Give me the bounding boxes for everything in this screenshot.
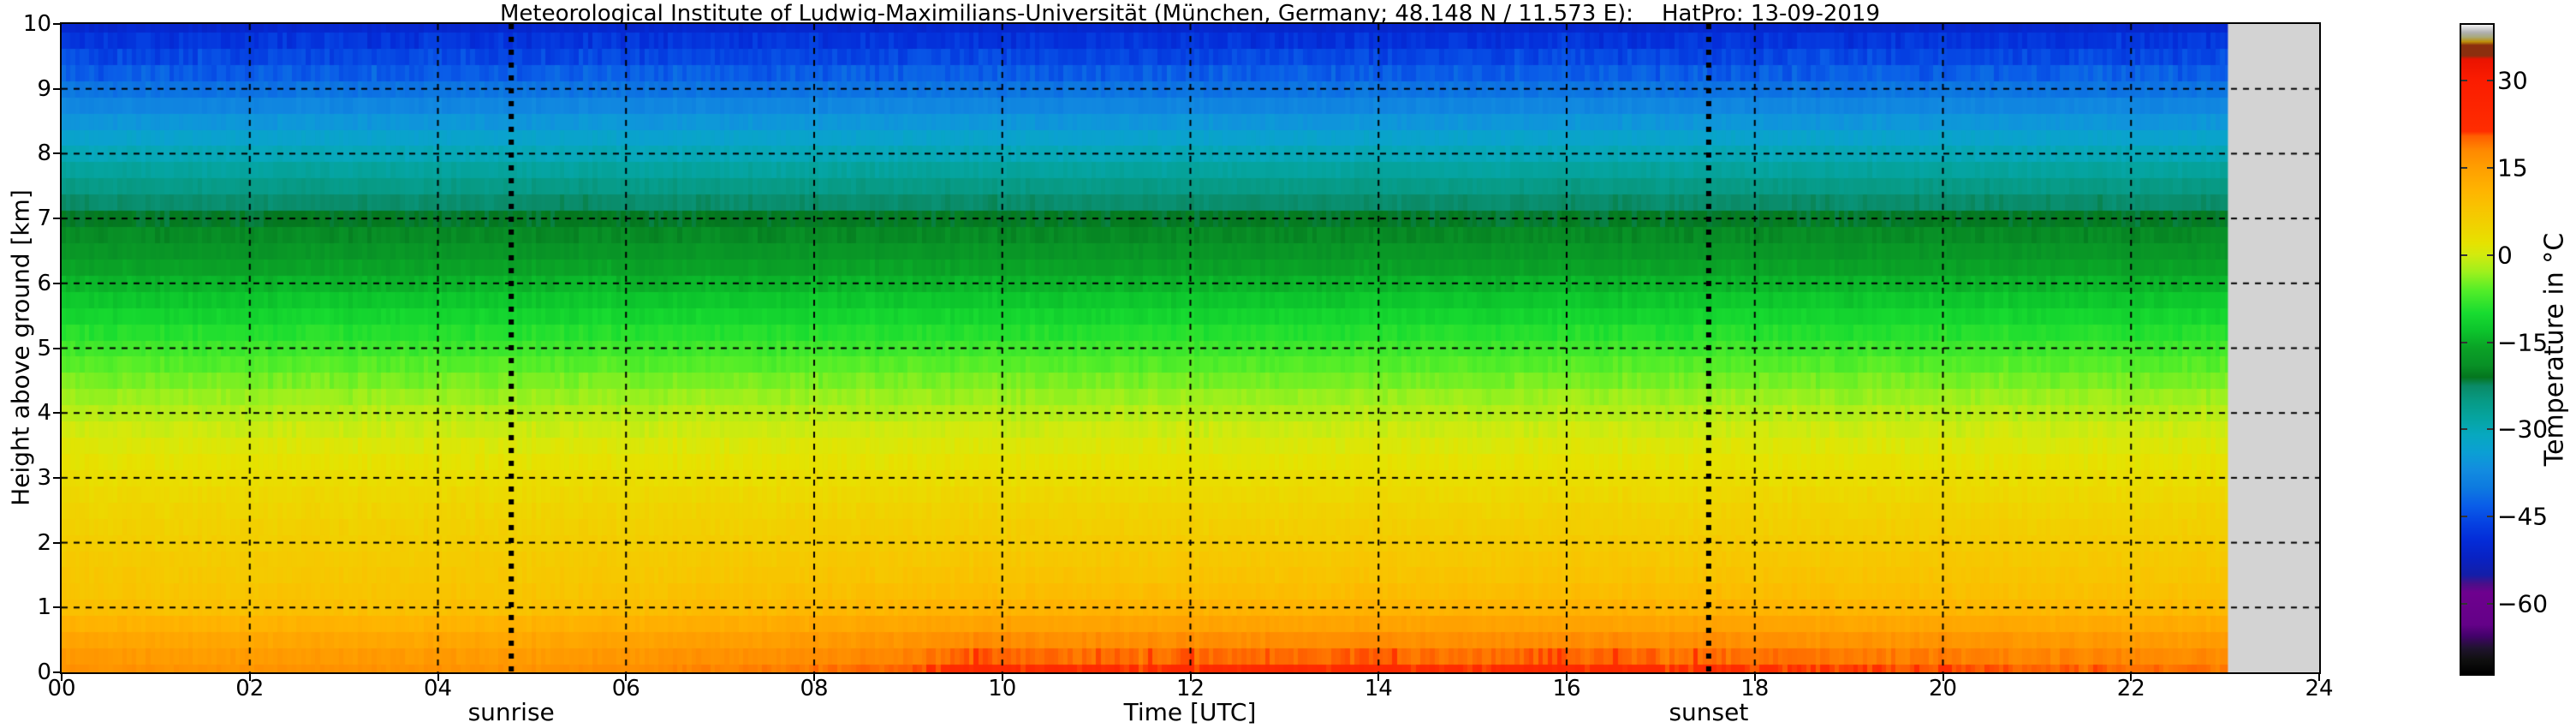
y-tick-label: 1 [37, 594, 51, 621]
y-tick-mark [53, 23, 62, 25]
y-tick-label: 0 [37, 659, 51, 685]
x-tick-mark [1189, 672, 1192, 681]
y-tick-label: 4 [37, 400, 51, 427]
y-tick-mark [53, 218, 62, 220]
colorbar-tick-mark [2487, 516, 2493, 518]
y-tick-label: 9 [37, 75, 51, 102]
colorbar-tick-mark [2487, 428, 2493, 431]
y-tick-mark [53, 347, 62, 349]
x-tick-mark [248, 672, 251, 681]
x-tick-mark [1377, 672, 1380, 681]
x-tick-mark [625, 672, 628, 681]
colorbar-tick-label: −45 [2497, 502, 2549, 531]
y-tick-mark [53, 152, 62, 155]
plot-area [60, 22, 2321, 674]
y-tick-label: 5 [37, 335, 51, 361]
x-tick-mark [1753, 672, 1756, 681]
colorbar-tick-mark [2487, 166, 2493, 169]
colorbar-tick-mark [2487, 254, 2493, 256]
y-tick-mark [53, 671, 62, 673]
y-tick-label: 2 [37, 529, 51, 556]
x-tick-mark [1566, 672, 1568, 681]
x-tick-mark [2318, 672, 2320, 681]
colorbar-tick-mark [2461, 428, 2467, 431]
y-tick-mark [53, 606, 62, 609]
y-tick-mark [53, 476, 62, 479]
x-tick-mark [2130, 672, 2133, 681]
colorbar-tick-mark [2461, 341, 2467, 343]
y-tick-label: 3 [37, 464, 51, 491]
x-tick-mark [1942, 672, 1944, 681]
y-tick-label: 6 [37, 270, 51, 296]
y-tick-label: 8 [37, 140, 51, 167]
heatmap-canvas [62, 24, 2319, 672]
annotation-sunrise: sunrise [467, 698, 555, 726]
colorbar-tick-mark [2461, 516, 2467, 518]
x-tick-mark [61, 672, 62, 681]
x-tick-mark [437, 672, 439, 681]
colorbar-tick-label: 0 [2497, 241, 2513, 270]
colorbar-tick-mark [2487, 603, 2493, 606]
y-tick-mark [53, 87, 62, 90]
colorbar-gradient [2461, 25, 2493, 674]
colorbar-tick-mark [2461, 254, 2467, 256]
x-tick-mark [1001, 672, 1003, 681]
colorbar-tick-mark [2461, 603, 2467, 606]
annotation-sunset: sunset [1669, 698, 1749, 726]
y-tick-mark [53, 282, 62, 284]
y-tick-label: 10 [22, 11, 51, 37]
colorbar [2460, 23, 2495, 676]
colorbar-tick-mark [2487, 341, 2493, 343]
x-tick-mark [813, 672, 815, 681]
colorbar-tick-label: −60 [2497, 589, 2549, 618]
y-tick-label: 7 [37, 206, 51, 232]
colorbar-tick-mark [2461, 166, 2467, 169]
figure-root: Meteorological Institute of Ludwig-Maxim… [0, 0, 2576, 728]
colorbar-tick-label: 30 [2497, 66, 2528, 95]
colorbar-tick-mark [2487, 79, 2493, 81]
x-axis-label: Time [UTC] [1123, 698, 1257, 726]
colorbar-label: Temperature in °C [2539, 232, 2570, 467]
y-tick-mark [53, 541, 62, 544]
colorbar-tick-mark [2461, 79, 2467, 81]
colorbar-tick-label: 15 [2497, 153, 2528, 182]
y-tick-mark [53, 412, 62, 415]
